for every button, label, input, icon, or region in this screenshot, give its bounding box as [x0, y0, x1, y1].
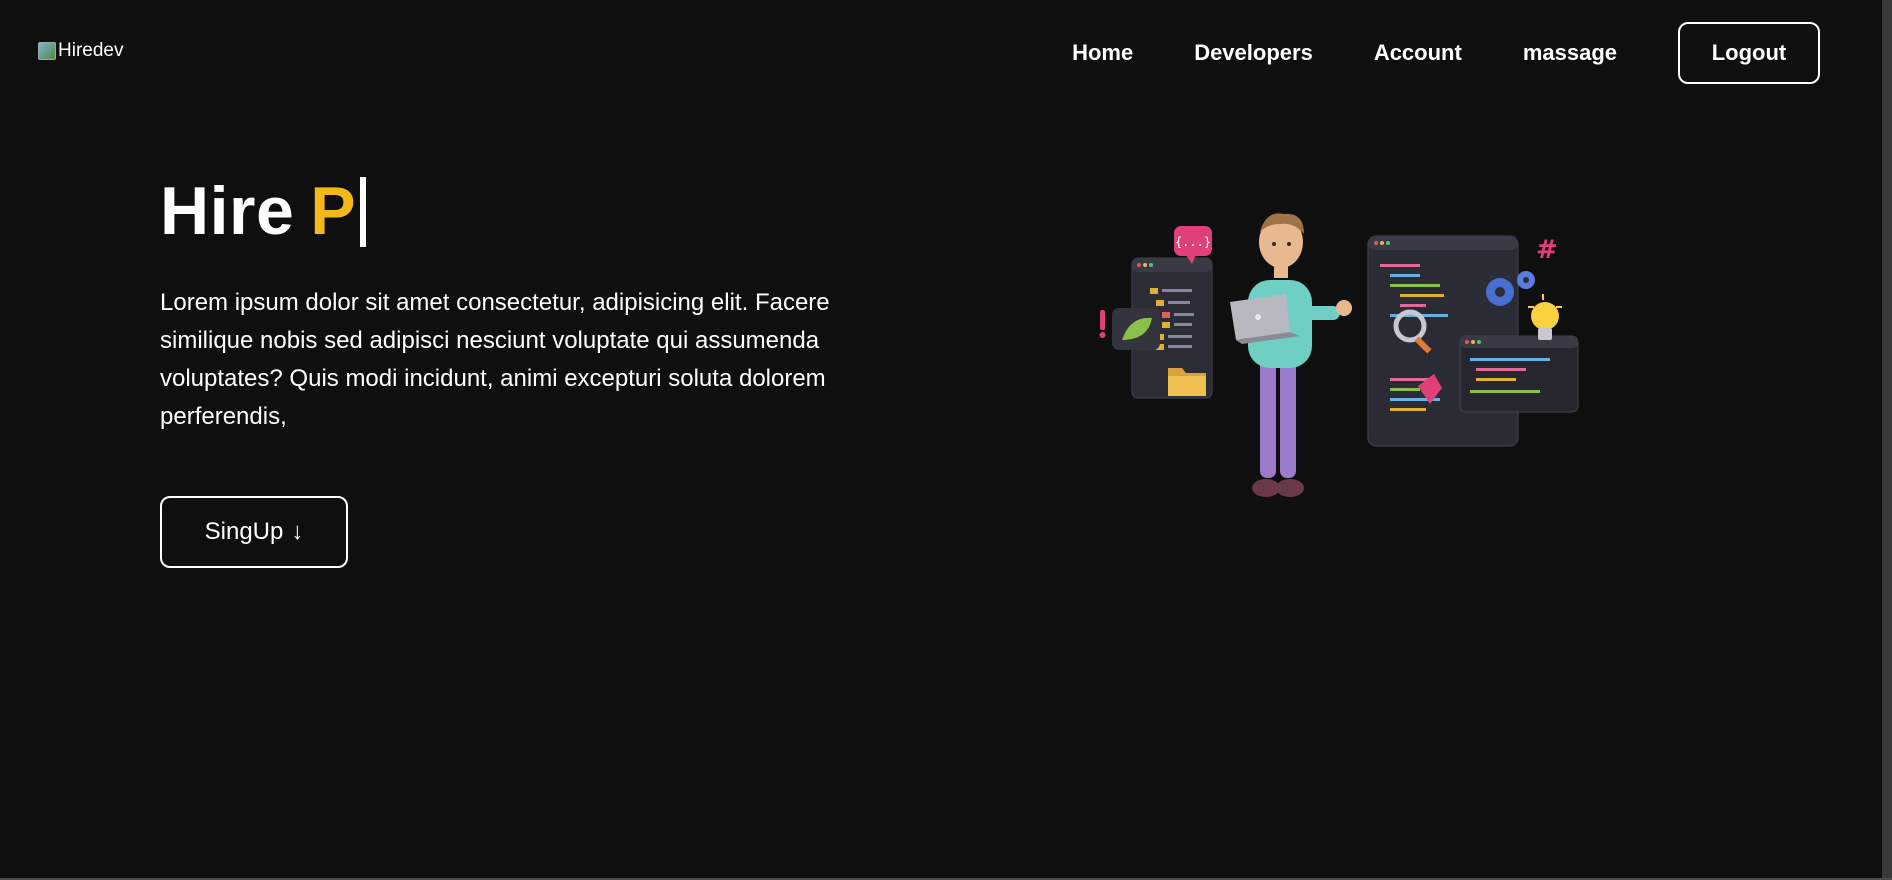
developer-illustration: {...} # [1099, 213, 1579, 497]
hero-title-static: Hire [160, 173, 295, 249]
nav-developers-link[interactable]: Developers [1194, 40, 1313, 66]
lightbulb [1528, 294, 1562, 340]
nav-home-link[interactable]: Home [1072, 40, 1133, 66]
logout-button[interactable]: Logout [1678, 22, 1820, 84]
logo-alt-text: Hiredev [58, 40, 124, 61]
svg-text:{...}: {...} [1175, 235, 1211, 249]
vertical-scrollbar[interactable] [1882, 0, 1892, 880]
hero-description: Lorem ipsum dolor sit amet consectetur, … [160, 289, 830, 430]
signup-button[interactable]: SingUp ↓ [160, 496, 348, 568]
main-nav: Home Developers Account massage Logout [1072, 22, 1820, 84]
developer-character [1230, 213, 1352, 497]
broken-image-icon [38, 42, 56, 60]
nav-account-link[interactable]: Account [1374, 40, 1462, 66]
site-logo[interactable]: Hiredev [38, 40, 123, 62]
svg-text:#: # [1536, 235, 1558, 265]
nav-massage-link[interactable]: massage [1523, 40, 1617, 66]
typing-caret [360, 177, 367, 247]
signup-label: SingUp [204, 518, 284, 545]
down-arrow-icon: ↓ [291, 518, 304, 545]
terminal-window [1459, 335, 1579, 413]
page-viewport: Hiredev Home Developers Account massage … [0, 0, 1882, 878]
hero-title: Hire P [160, 172, 367, 250]
hero-title-typed: P [310, 173, 357, 249]
